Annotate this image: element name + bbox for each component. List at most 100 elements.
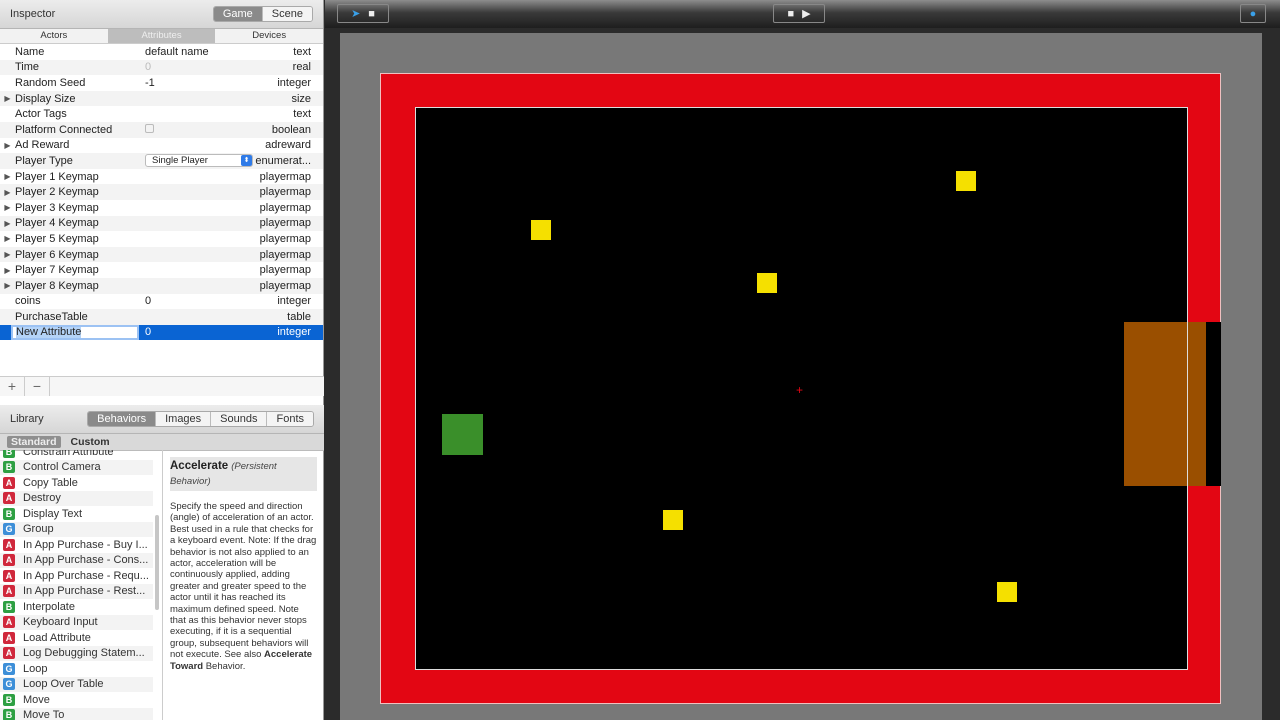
attribute-row[interactable]: Actor Tags text	[0, 106, 323, 122]
attribute-type: playermap	[259, 264, 311, 277]
scene-canvas[interactable]: +	[340, 33, 1262, 720]
disclosure-triangle-icon[interactable]: ▶	[0, 94, 15, 103]
behavior-type-badge-icon: A	[3, 492, 15, 505]
behavior-item[interactable]: B Constrain Attribute	[0, 450, 153, 460]
mode-scene-button[interactable]: Scene	[261, 7, 312, 21]
attribute-row[interactable]: ▶ Player 7 Keymap playermap	[0, 262, 323, 278]
tab-actors[interactable]: Actors	[0, 29, 108, 43]
attribute-type: enumerat...	[255, 154, 311, 167]
behavior-item[interactable]: A In App Purchase - Rest...	[0, 583, 153, 599]
attribute-value[interactable]: 0	[145, 295, 151, 307]
attribute-row[interactable]: Random Seed -1 integer	[0, 75, 323, 91]
attribute-row[interactable]: ▶ Player 2 Keymap playermap	[0, 184, 323, 200]
behavior-item[interactable]: B Interpolate	[0, 599, 153, 615]
attribute-name: PurchaseTable	[15, 310, 88, 323]
chevron-updown-icon: ⬍	[241, 155, 252, 167]
attribute-row[interactable]: ▶ Player 1 Keymap playermap	[0, 169, 323, 185]
behavior-item[interactable]: A Load Attribute	[0, 630, 153, 646]
behavior-label: In App Purchase - Cons...	[23, 554, 149, 567]
attribute-name: Player 4 Keymap	[15, 217, 99, 230]
disclosure-triangle-icon[interactable]: ▶	[0, 203, 15, 212]
attribute-row-editing[interactable]: New Attribute 0 integer	[0, 324, 323, 341]
tab-devices[interactable]: Devices	[215, 29, 324, 43]
checkbox[interactable]	[145, 123, 154, 133]
mode-game-button[interactable]: Game	[213, 7, 262, 21]
behavior-item[interactable]: B Display Text	[0, 506, 153, 522]
behavior-item[interactable]: A Destroy	[0, 490, 153, 506]
coin-actor[interactable]	[956, 171, 976, 191]
attribute-type: size	[291, 92, 311, 105]
subtab-custom[interactable]: Custom	[67, 436, 114, 448]
behavior-item[interactable]: B Move To	[0, 707, 153, 720]
pointer-icon[interactable]: ➤	[351, 7, 360, 20]
camera-icon[interactable]: ■	[368, 8, 375, 20]
attribute-row[interactable]: PurchaseTable table	[0, 309, 323, 325]
behavior-item[interactable]: B Move	[0, 692, 153, 708]
behavior-item[interactable]: G Loop	[0, 661, 153, 677]
preview-button[interactable]: ●	[1240, 4, 1266, 23]
attribute-value[interactable]: 0	[145, 326, 277, 338]
attribute-row[interactable]: ▶ Display Size size	[0, 90, 323, 107]
coin-actor[interactable]	[997, 582, 1017, 602]
coin-actor[interactable]	[663, 510, 683, 530]
attribute-row[interactable]: coins 0 integer	[0, 294, 323, 310]
door-actor[interactable]	[1124, 322, 1206, 486]
attribute-row[interactable]: ▶ Player 4 Keymap playermap	[0, 215, 323, 232]
attribute-value[interactable]: default name	[145, 46, 209, 58]
behavior-list-scrollbar[interactable]	[155, 515, 159, 610]
attribute-row[interactable]: ▶ Ad Reward adreward	[0, 138, 323, 154]
attribute-row[interactable]: ▶ Player 8 Keymap playermap	[0, 277, 323, 294]
add-attribute-button[interactable]: +	[0, 377, 25, 396]
floor-edge	[1187, 107, 1188, 670]
attribute-row[interactable]: Time 0 real	[0, 59, 323, 76]
attribute-row[interactable]: Player Type Single Player ⬍ enumerat...	[0, 153, 323, 169]
attribute-row[interactable]: ▶ Player 5 Keymap playermap	[0, 231, 323, 247]
play-icon[interactable]: ▶	[802, 7, 810, 20]
disclosure-triangle-icon[interactable]: ▶	[0, 141, 15, 150]
behavior-item[interactable]: A Keyboard Input	[0, 614, 153, 630]
description-tail: Behavior.	[205, 660, 246, 672]
tab-sounds[interactable]: Sounds	[210, 412, 267, 426]
attribute-value[interactable]: -1	[145, 77, 155, 89]
behavior-item[interactable]: G Loop Over Table	[0, 676, 153, 692]
behavior-item[interactable]: A Copy Table	[0, 475, 153, 491]
coin-actor[interactable]	[757, 273, 777, 293]
disclosure-triangle-icon[interactable]: ▶	[0, 266, 15, 275]
behavior-item[interactable]: A In App Purchase - Cons...	[0, 552, 153, 568]
behavior-label: Interpolate	[23, 600, 75, 613]
disclosure-triangle-icon[interactable]: ▶	[0, 188, 15, 197]
behavior-item[interactable]: A Log Debugging Statem...	[0, 645, 153, 661]
disclosure-triangle-icon[interactable]: ▶	[0, 250, 15, 259]
attribute-row[interactable]: Name default name text	[0, 44, 323, 60]
subtab-standard[interactable]: Standard	[7, 436, 61, 448]
attribute-row[interactable]: Platform Connected boolean	[0, 121, 323, 138]
player-actor[interactable]	[442, 414, 483, 455]
tab-attributes[interactable]: Attributes	[107, 29, 216, 43]
stop-icon[interactable]: ■	[787, 8, 794, 20]
behavior-item[interactable]: B Control Camera	[0, 459, 153, 475]
behavior-type-badge-icon: A	[3, 538, 15, 551]
attribute-type: boolean	[271, 123, 311, 136]
remove-attribute-button[interactable]: −	[25, 377, 50, 396]
left-panel: Inspector Game Scene Actors Attributes D…	[0, 0, 324, 720]
tab-images[interactable]: Images	[155, 412, 211, 426]
disclosure-triangle-icon[interactable]: ▶	[0, 234, 15, 243]
disclosure-triangle-icon[interactable]: ▶	[0, 281, 15, 290]
behavior-label: Group	[23, 523, 54, 536]
coin-actor[interactable]	[531, 220, 551, 240]
disclosure-triangle-icon[interactable]: ▶	[0, 219, 15, 228]
attribute-row[interactable]: ▶ Player 6 Keymap playermap	[0, 246, 323, 263]
attribute-type: playermap	[259, 201, 311, 214]
tab-behaviors[interactable]: Behaviors	[88, 412, 156, 426]
attribute-name: Actor Tags	[15, 108, 67, 121]
tab-fonts[interactable]: Fonts	[266, 412, 313, 426]
attribute-name: Player 6 Keymap	[15, 248, 99, 261]
behavior-item[interactable]: G Group	[0, 521, 153, 537]
behavior-item[interactable]: A In App Purchase - Requ...	[0, 568, 153, 584]
player-type-select[interactable]: Single Player ⬍	[145, 154, 253, 168]
disclosure-triangle-icon[interactable]: ▶	[0, 172, 15, 181]
behavior-item[interactable]: A In App Purchase - Buy I...	[0, 537, 153, 553]
attribute-row[interactable]: ▶ Player 3 Keymap playermap	[0, 200, 323, 216]
attribute-name-input[interactable]: New Attribute	[11, 324, 139, 340]
attribute-value[interactable]: 0	[145, 61, 151, 73]
